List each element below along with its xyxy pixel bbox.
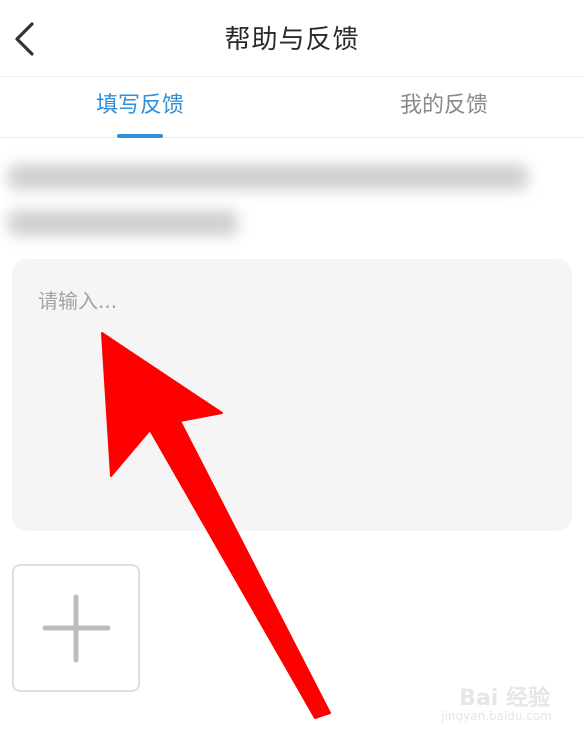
header-bar: 帮助与反馈 (0, 0, 584, 77)
watermark-logo: Bai 经验 (459, 686, 550, 711)
watermark-url: jingyan.baidu.com (441, 709, 552, 723)
tab-bar: 填写反馈 我的反馈 (0, 77, 584, 138)
blurred-notice-text (8, 152, 548, 269)
page-title: 帮助与反馈 (224, 25, 360, 55)
add-image-button[interactable] (12, 564, 140, 692)
feedback-textarea[interactable] (12, 259, 572, 531)
tab-my-feedback[interactable]: 我的反馈 (374, 90, 514, 122)
watermark: Bai 经验 jingyan.baidu.com (440, 676, 580, 728)
feedback-input-area[interactable] (12, 259, 572, 531)
active-tab-indicator (117, 134, 163, 138)
redacted-text-lines (8, 164, 528, 236)
plus-icon (42, 594, 111, 663)
tab-write-feedback[interactable]: 填写反馈 (70, 90, 210, 122)
